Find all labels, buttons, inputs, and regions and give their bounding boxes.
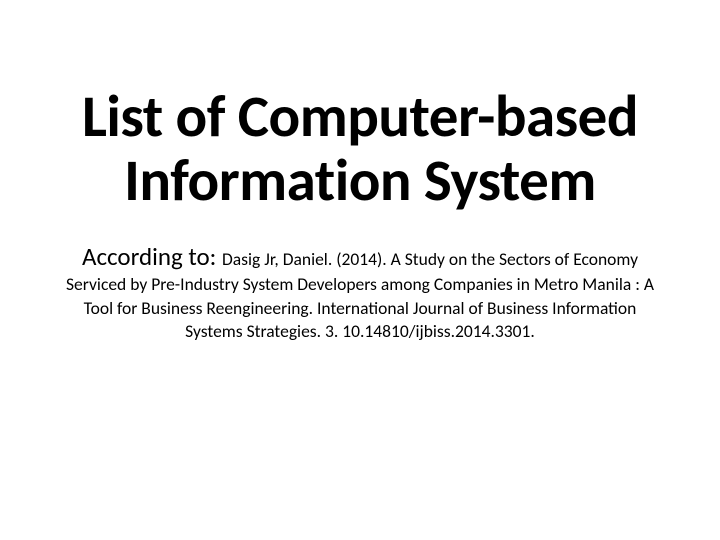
slide: List of Computer-based Information Syste… (0, 0, 720, 540)
subtitle-lead: According to: (82, 241, 222, 272)
slide-subtitle: According to: Dasig Jr, Daniel. (2014). … (60, 240, 660, 342)
slide-title: List of Computer-based Information Syste… (60, 85, 660, 212)
